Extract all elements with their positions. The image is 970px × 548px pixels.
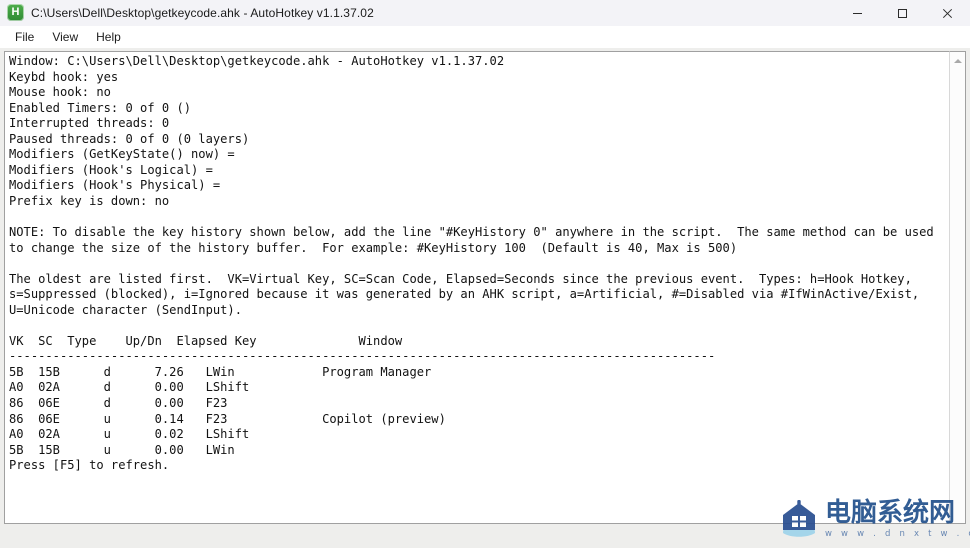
- menu-item-view[interactable]: View: [43, 28, 87, 46]
- scrollbar-track[interactable]: [950, 69, 965, 523]
- watermark-url: w w w . d n x t w . c o m: [825, 528, 970, 539]
- menu-bar: File View Help: [0, 26, 970, 48]
- window-controls: [835, 0, 970, 26]
- scroll-up-button[interactable]: [950, 52, 965, 69]
- key-history-output: Window: C:\Users\Dell\Desktop\getkeycode…: [9, 54, 934, 473]
- autohotkey-icon-letter: H: [11, 6, 20, 18]
- menu-item-help[interactable]: Help: [87, 28, 130, 46]
- minimize-button[interactable]: [835, 0, 880, 26]
- close-button[interactable]: [925, 0, 970, 26]
- autohotkey-icon: H: [7, 4, 24, 21]
- key-history-textarea[interactable]: Window: C:\Users\Dell\Desktop\getkeycode…: [4, 51, 949, 524]
- maximize-button[interactable]: [880, 0, 925, 26]
- menu-item-file[interactable]: File: [6, 28, 43, 46]
- client-area: Window: C:\Users\Dell\Desktop\getkeycode…: [0, 48, 970, 548]
- close-icon: [942, 8, 953, 18]
- vertical-scrollbar[interactable]: [949, 51, 966, 524]
- autohotkey-main-window: H C:\Users\Dell\Desktop\getkeycode.ahk -…: [0, 0, 970, 548]
- minimize-icon: [853, 12, 862, 14]
- console-text-area[interactable]: Window: C:\Users\Dell\Desktop\getkeycode…: [5, 52, 949, 523]
- maximize-icon: [898, 8, 907, 18]
- title-bar: H C:\Users\Dell\Desktop\getkeycode.ahk -…: [0, 0, 970, 26]
- window-title: C:\Users\Dell\Desktop\getkeycode.ahk - A…: [31, 5, 374, 20]
- chevron-up-icon: [953, 58, 962, 63]
